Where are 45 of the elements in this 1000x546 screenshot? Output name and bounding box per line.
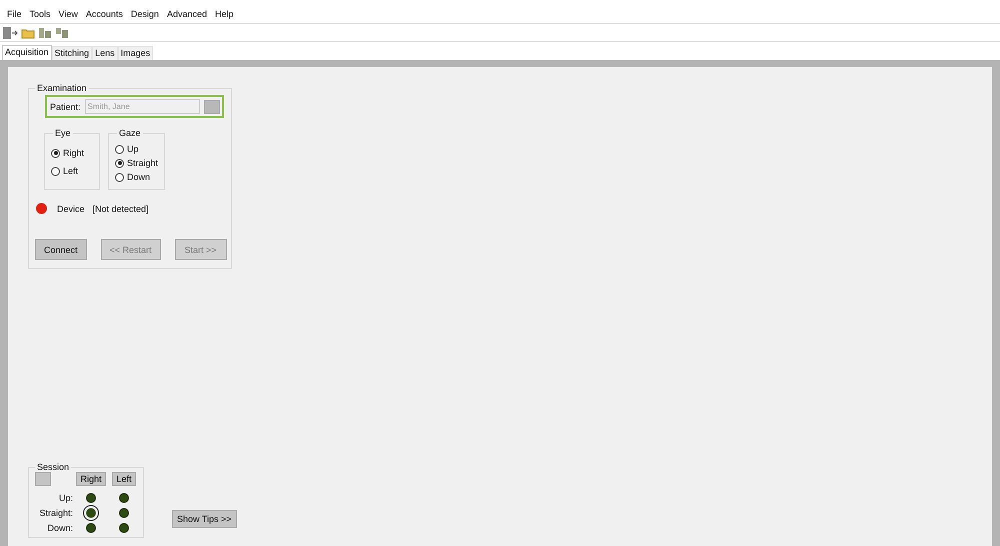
document-icon[interactable]: [55, 27, 69, 39]
radio-button[interactable]: [51, 166, 60, 176]
gaze-label: Up:: [58, 493, 73, 503]
radio-label: Left: [63, 166, 78, 176]
radio-button[interactable]: [51, 148, 60, 158]
eye-button[interactable]: Right: [76, 472, 106, 486]
gaze-label: Straight:: [39, 508, 73, 518]
menu-item[interactable]: Design: [128, 9, 164, 23]
group-title: Eye: [54, 128, 72, 138]
menu-item[interactable]: Accounts: [82, 9, 128, 23]
tab[interactable]: Stitching: [52, 46, 92, 60]
indicator-light[interactable]: [119, 508, 129, 518]
radio-button[interactable]: [115, 172, 124, 182]
group-title: Examination: [36, 83, 88, 93]
tab[interactable]: Images: [118, 46, 154, 60]
radio-label: Straight: [127, 158, 158, 168]
menu-item[interactable]: Advanced: [164, 9, 212, 23]
indicator-light[interactable]: [86, 523, 96, 533]
group-title: Gaze: [118, 128, 142, 138]
radio-label: Up: [127, 144, 139, 154]
indicator-light[interactable]: [86, 493, 96, 503]
exit-icon[interactable]: [2, 26, 18, 40]
indicator-light[interactable]: [119, 523, 129, 533]
menu-item[interactable]: Tools: [26, 9, 56, 23]
tab[interactable]: Acquisition: [2, 45, 52, 60]
radio-button[interactable]: [115, 144, 124, 154]
device-status: [Not detected]: [92, 204, 149, 214]
device-label: Device: [57, 204, 85, 214]
menu-item[interactable]: Help: [212, 9, 238, 23]
group-title: Session: [36, 462, 70, 472]
menu-item[interactable]: File: [4, 9, 27, 23]
indicator-light[interactable]: [119, 493, 129, 503]
patient-label: Patient:: [50, 102, 81, 112]
radio-button[interactable]: [115, 158, 124, 168]
action-button[interactable]: Connect: [35, 239, 87, 260]
menu-item[interactable]: View: [56, 9, 83, 23]
patient-field[interactable]: Smith, Jane: [84, 99, 200, 114]
document-icon[interactable]: [38, 27, 52, 39]
radio-label: Right: [63, 148, 84, 158]
eye-button[interactable]: Left: [112, 472, 136, 486]
show-tips-button[interactable]: Show Tips >>: [172, 510, 237, 528]
gaze-label: Down:: [47, 523, 73, 533]
folder-icon[interactable]: [21, 27, 35, 39]
tab[interactable]: Lens: [92, 46, 118, 60]
radio-label: Down: [127, 172, 150, 182]
